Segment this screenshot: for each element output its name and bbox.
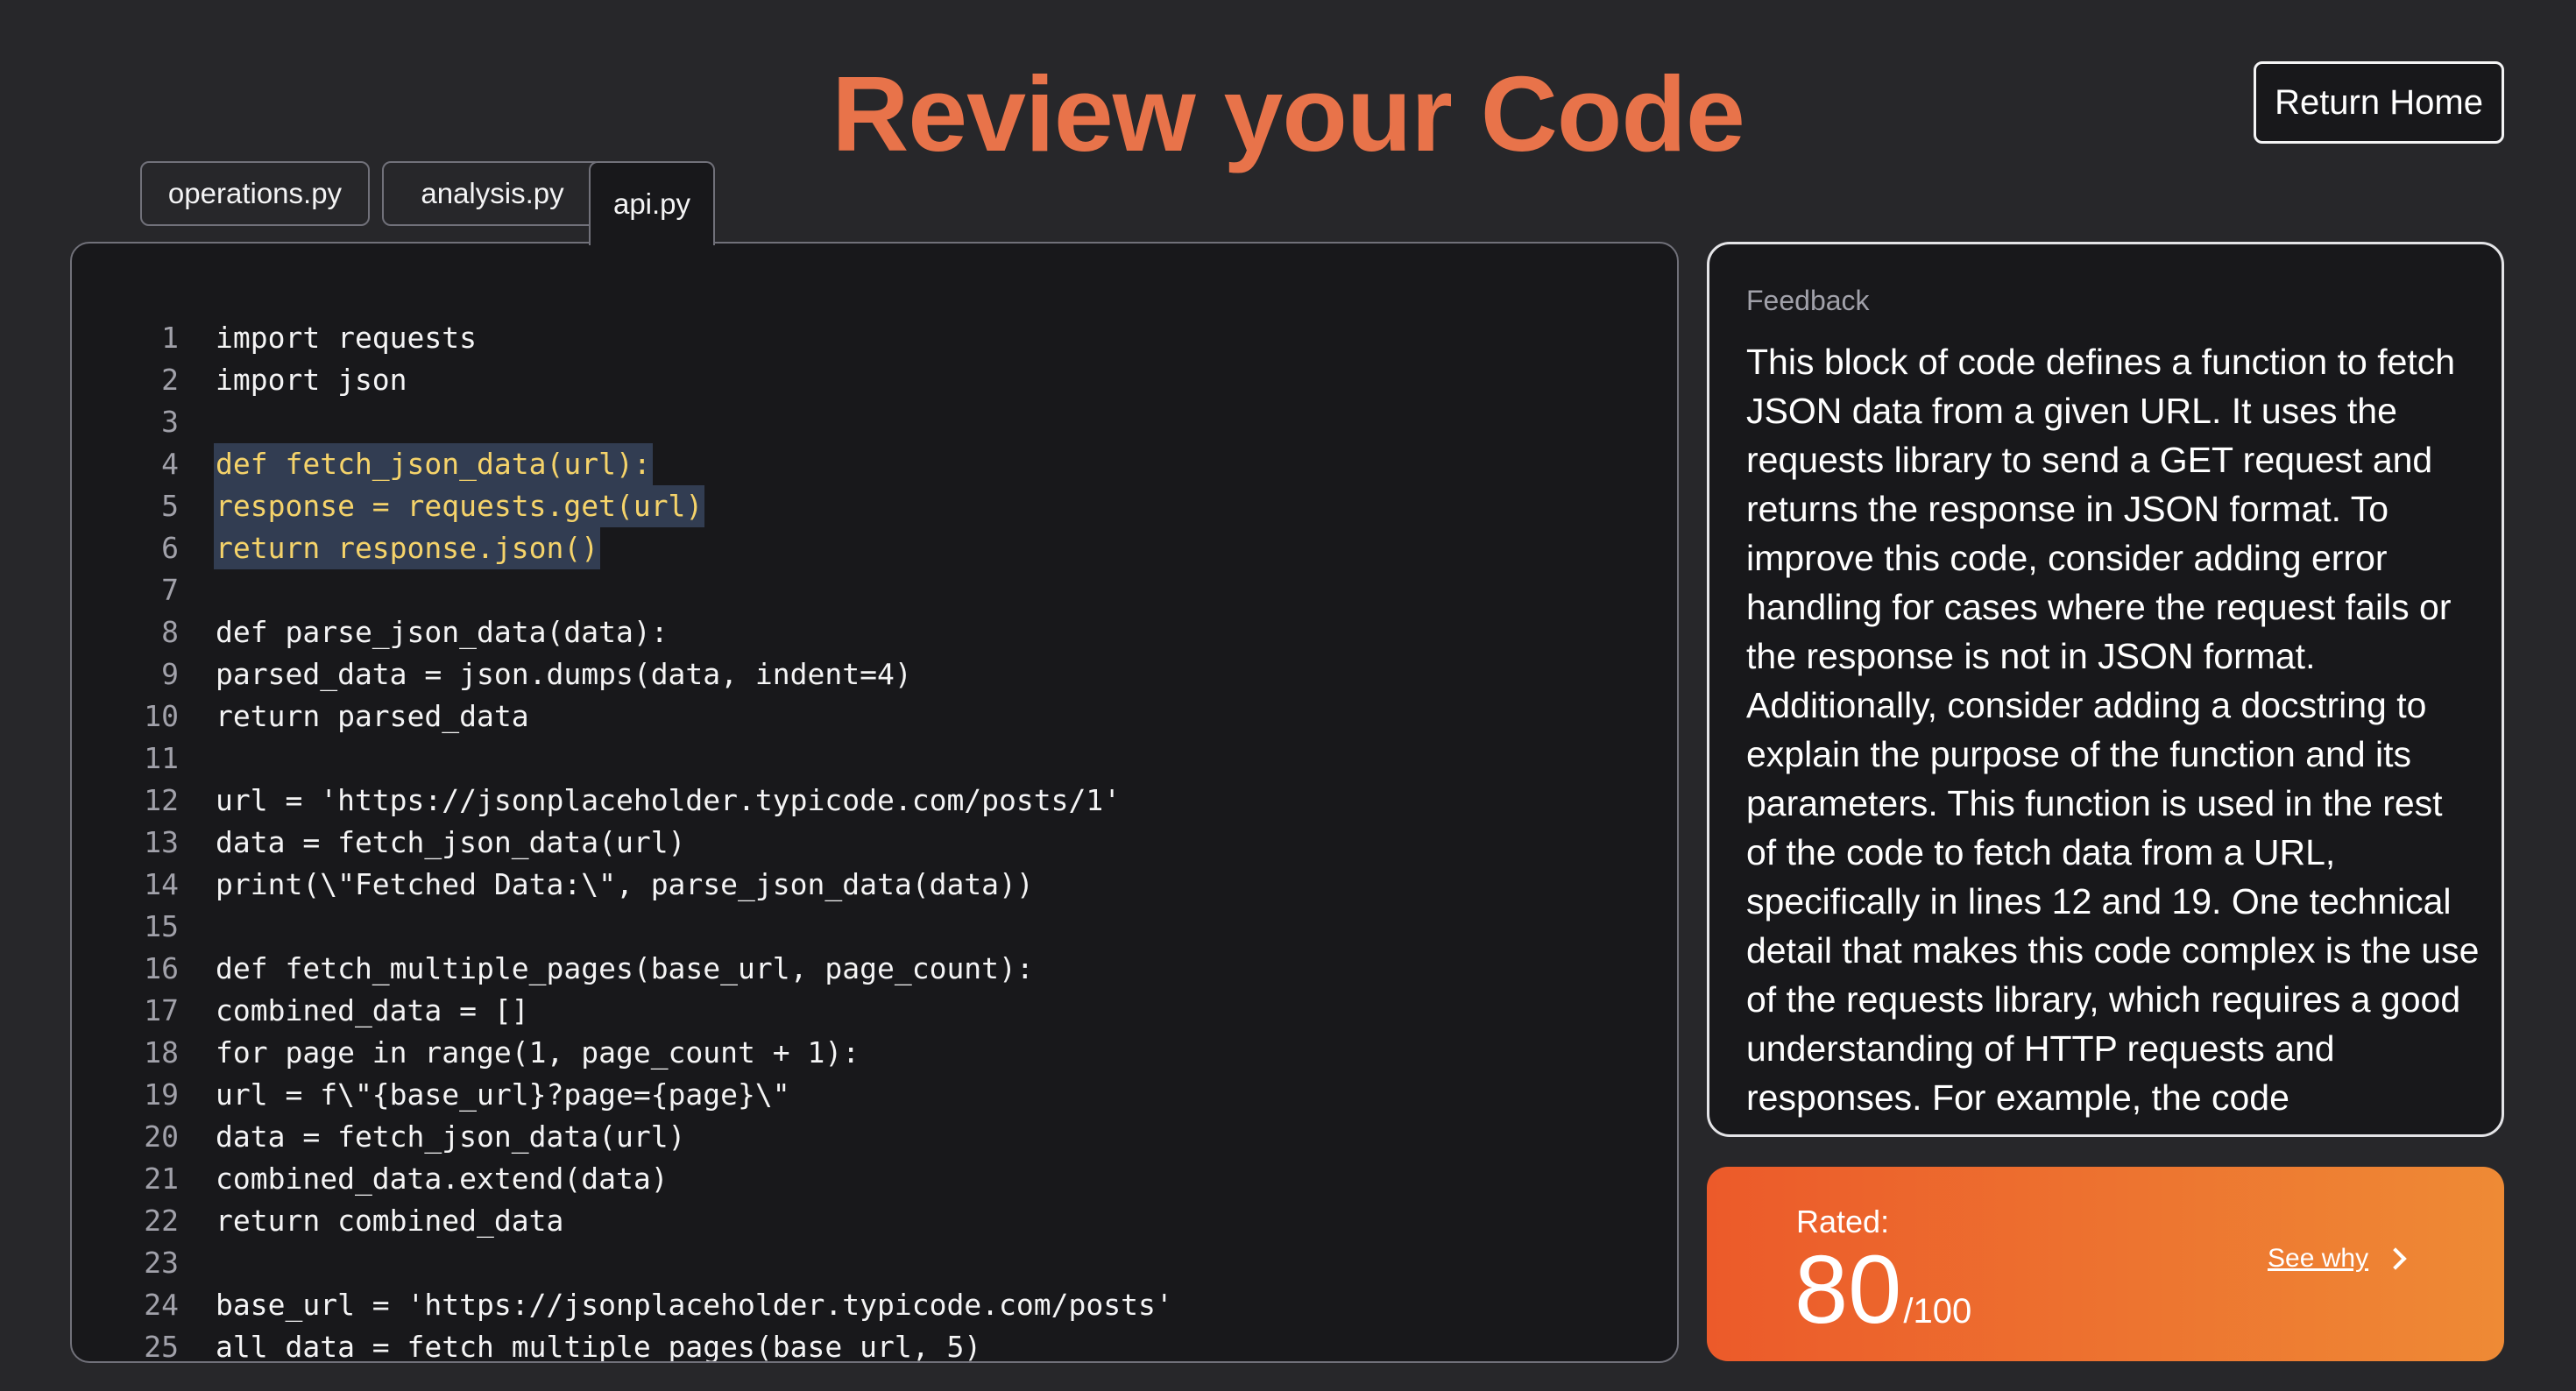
code-text: def fetch_json_data(url): bbox=[214, 443, 653, 485]
code-line: 11 bbox=[72, 738, 1677, 780]
code-text: import json bbox=[216, 363, 407, 397]
line-number: 9 bbox=[161, 657, 179, 691]
rating-card: Rated: 80 /100 See why bbox=[1707, 1167, 2504, 1361]
code-line: 12 url = 'https://jsonplaceholder.typicod… bbox=[72, 780, 1677, 822]
code-line: 9 parsed_data = json.dumps(data, indent=4… bbox=[72, 653, 1677, 696]
tab-analysis-py[interactable]: analysis.py bbox=[382, 161, 603, 226]
code-text: return parsed_data bbox=[216, 699, 529, 733]
line-number: 10 bbox=[144, 699, 179, 733]
code-text: data = fetch_json_data(url) bbox=[216, 825, 686, 859]
code-line: 3 bbox=[72, 401, 1677, 443]
line-number: 16 bbox=[144, 951, 179, 985]
code-line: 4 def fetch_json_data(url): bbox=[72, 443, 1677, 485]
chevron-right-icon[interactable] bbox=[2384, 1247, 2407, 1270]
code-text: return response.json() bbox=[214, 527, 601, 569]
code-line: 17 combined_data = [] bbox=[72, 990, 1677, 1032]
code-text: base_url = 'https://jsonplaceholder.typi… bbox=[216, 1288, 1173, 1322]
line-number: 2 bbox=[161, 363, 179, 397]
code-text: url = 'https://jsonplaceholder.typicode.… bbox=[216, 783, 1122, 817]
line-number: 17 bbox=[144, 993, 179, 1027]
line-number: 18 bbox=[144, 1035, 179, 1070]
see-why-label[interactable]: See why bbox=[2268, 1244, 2368, 1274]
code-line: 23 bbox=[72, 1242, 1677, 1284]
line-number: 6 bbox=[161, 531, 179, 565]
feedback-panel[interactable]: Feedback This block of code defines a fu… bbox=[1707, 242, 2504, 1137]
code-text: def fetch_multiple_pages(base_url, page_… bbox=[216, 951, 1034, 985]
rating-value: 80 bbox=[1794, 1236, 1902, 1344]
line-number: 11 bbox=[144, 741, 179, 775]
code-line: 14 print(\"Fetched Data:\", parse_json_da… bbox=[72, 864, 1677, 906]
line-number: 23 bbox=[144, 1246, 179, 1280]
line-number: 20 bbox=[144, 1119, 179, 1154]
code-text: for page in range(1, page_count + 1): bbox=[216, 1035, 860, 1070]
code-editor[interactable]: 1 import requests 2 import json 3 4 def fetch_… bbox=[70, 242, 1679, 1363]
code-line: 18 for page in range(1, page_count + 1): bbox=[72, 1032, 1677, 1074]
line-number: 4 bbox=[161, 447, 179, 481]
line-number: 14 bbox=[144, 867, 179, 901]
line-number: 1 bbox=[161, 321, 179, 355]
code-line: 2 import json bbox=[72, 359, 1677, 401]
code-text: data = fetch_json_data(url) bbox=[216, 1119, 686, 1154]
code-line: 15 bbox=[72, 906, 1677, 948]
line-number: 24 bbox=[144, 1288, 179, 1322]
feedback-label: Feedback bbox=[1746, 285, 1870, 316]
code-text: combined_data.extend(data) bbox=[216, 1162, 669, 1196]
code-line: 13 data = fetch_json_data(url) bbox=[72, 822, 1677, 864]
line-number: 25 bbox=[144, 1330, 179, 1363]
feedback-text: This block of code defines a function to… bbox=[1746, 342, 2480, 1118]
see-why-link[interactable]: See why bbox=[2268, 1244, 2407, 1274]
review-page: Review your Code Return Home operations.… bbox=[0, 0, 2576, 1391]
rating-label: Rated: bbox=[1796, 1204, 1890, 1239]
code-line: 1 import requests bbox=[72, 317, 1677, 359]
code-lines: 1 import requests 2 import json 3 4 def fetch_… bbox=[72, 317, 1677, 1363]
code-line: 16 def fetch_multiple_pages(base_url, pag… bbox=[72, 948, 1677, 990]
rating-score: 80 /100 bbox=[1794, 1242, 1971, 1338]
line-number: 22 bbox=[144, 1204, 179, 1238]
code-text: parsed_data = json.dumps(data, indent=4) bbox=[216, 657, 912, 691]
code-line: 8 def parse_json_data(data): bbox=[72, 611, 1677, 653]
tab-api-py[interactable]: api.py bbox=[589, 161, 715, 245]
line-number: 8 bbox=[161, 615, 179, 649]
line-number: 15 bbox=[144, 909, 179, 943]
line-number: 19 bbox=[144, 1077, 179, 1112]
code-line: 19 url = f\"{base_url}?page={page}\" bbox=[72, 1074, 1677, 1116]
line-number: 13 bbox=[144, 825, 179, 859]
code-line: 25 all_data = fetch_multiple_pages(base_u… bbox=[72, 1326, 1677, 1363]
code-line: 24 base_url = 'https://jsonplaceholder.ty… bbox=[72, 1284, 1677, 1326]
code-text: return combined_data bbox=[216, 1204, 564, 1238]
code-line: 10 return parsed_data bbox=[72, 696, 1677, 738]
code-text: import requests bbox=[216, 321, 478, 355]
rating-max: /100 bbox=[1903, 1292, 1972, 1331]
code-line: 20 data = fetch_json_data(url) bbox=[72, 1116, 1677, 1158]
code-line: 22 return combined_data bbox=[72, 1200, 1677, 1242]
code-text: print(\"Fetched Data:\", parse_json_data… bbox=[216, 867, 1034, 901]
code-text: all_data = fetch_multiple_pages(base_url… bbox=[216, 1330, 982, 1363]
code-text: def parse_json_data(data): bbox=[216, 615, 669, 649]
line-number: 7 bbox=[161, 573, 179, 607]
code-line: 7 bbox=[72, 569, 1677, 611]
tab-operations-py[interactable]: operations.py bbox=[140, 161, 370, 226]
line-number: 12 bbox=[144, 783, 179, 817]
code-line: 21 combined_data.extend(data) bbox=[72, 1158, 1677, 1200]
code-text: url = f\"{base_url}?page={page}\" bbox=[216, 1077, 790, 1112]
code-text: combined_data = [] bbox=[216, 993, 529, 1027]
return-home-button[interactable]: Return Home bbox=[2254, 61, 2504, 144]
code-line: 6 return response.json() bbox=[72, 527, 1677, 569]
code-text: response = requests.get(url) bbox=[214, 485, 705, 527]
code-line: 5 response = requests.get(url) bbox=[72, 485, 1677, 527]
line-number: 5 bbox=[161, 489, 179, 523]
line-number: 3 bbox=[161, 405, 179, 439]
line-number: 21 bbox=[144, 1162, 179, 1196]
